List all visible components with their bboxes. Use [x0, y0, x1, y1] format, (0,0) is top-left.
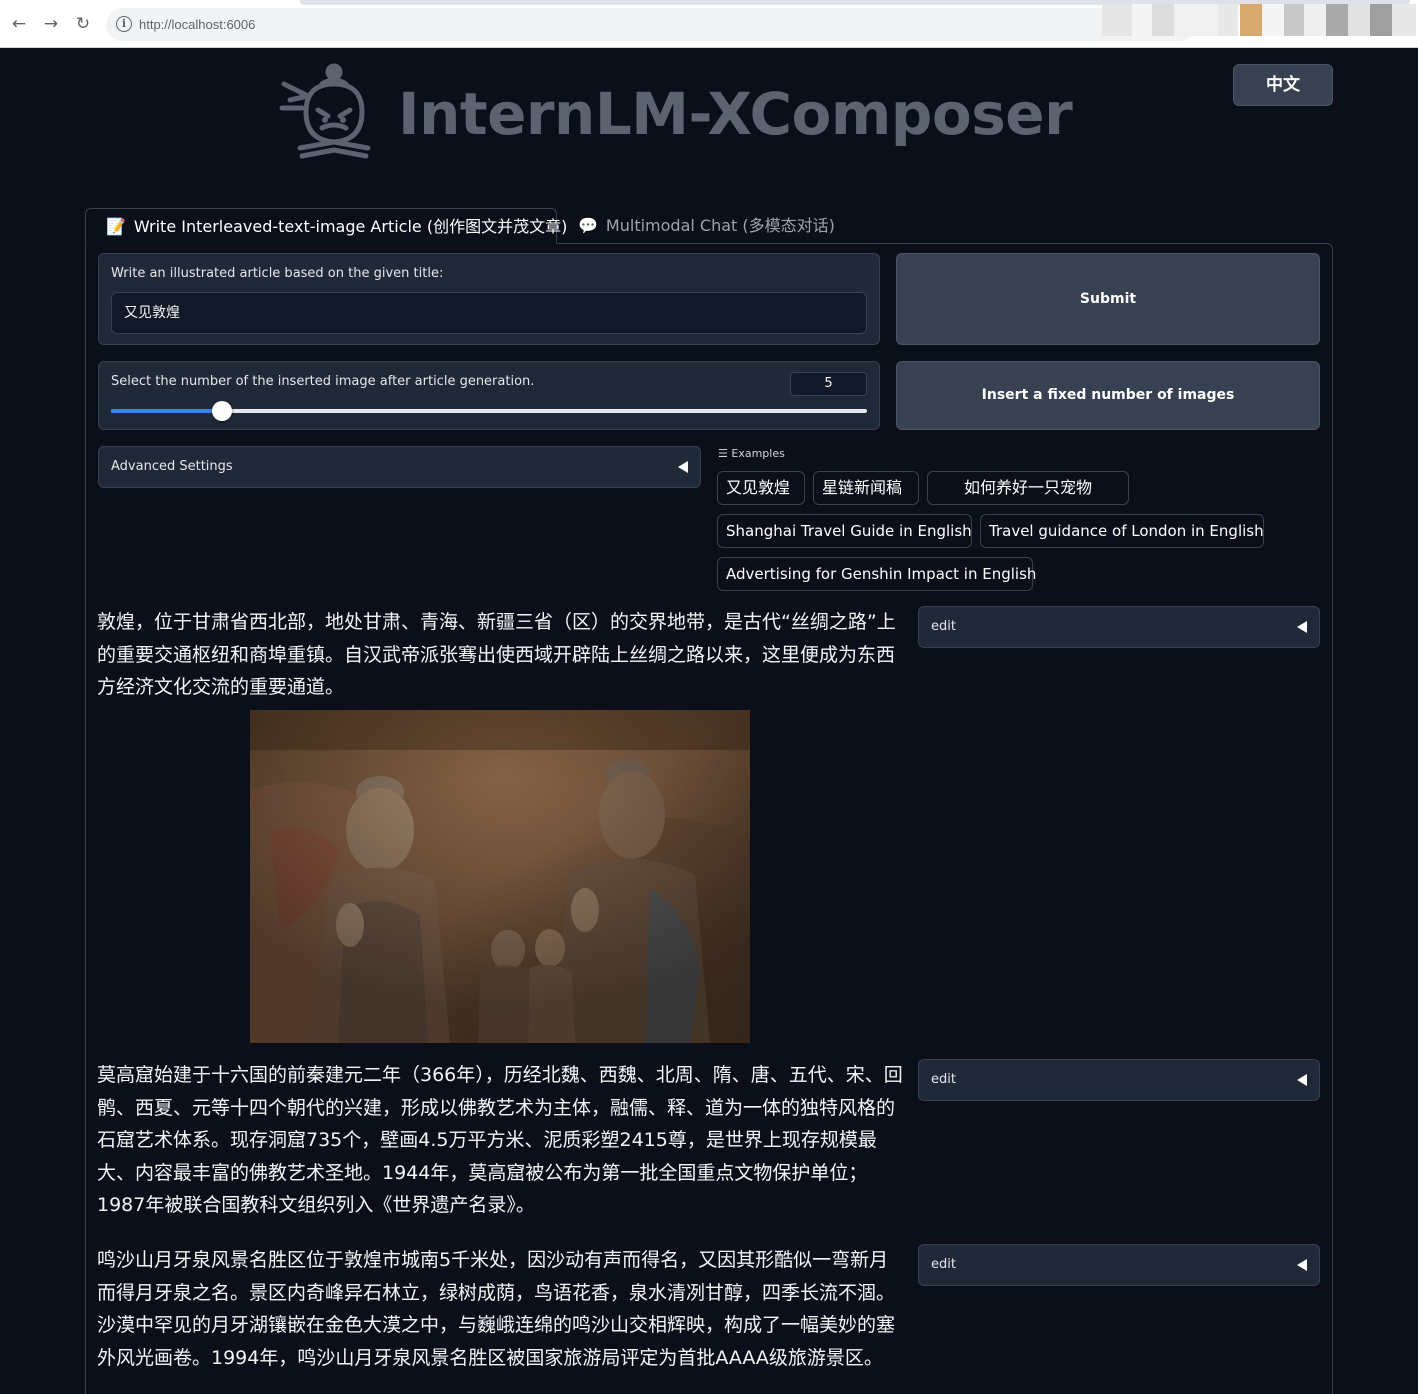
example-item[interactable]: 又见敦煌: [717, 471, 805, 505]
address-bar[interactable]: i http://localhost:6006: [106, 8, 1196, 41]
image-count-block: Select the number of the inserted image …: [98, 361, 880, 430]
tab-multimodal-chat[interactable]: 💬 Multimodal Chat (多模态对话): [578, 208, 835, 244]
image-count-slider-thumb[interactable]: [212, 401, 233, 421]
title-input-block: Write an illustrated article based on th…: [98, 253, 880, 345]
forward-icon[interactable]: →: [41, 14, 61, 34]
collapse-caret-icon: [678, 461, 688, 473]
examples-label: ☰ Examples: [718, 447, 785, 460]
reload-icon[interactable]: ↻: [73, 14, 93, 34]
image-count-slider-fill: [111, 409, 223, 413]
tab-write-article-label: Write Interleaved-text-image Article (创作…: [133, 217, 568, 236]
speech-bubble-icon: 💬: [578, 216, 598, 235]
edit-accordion[interactable]: edit: [918, 1059, 1320, 1101]
edit-accordion[interactable]: edit: [918, 606, 1320, 648]
example-item[interactable]: Shanghai Travel Guide in English: [717, 514, 972, 548]
generated-article-image: [250, 710, 750, 1043]
internlm-mascot-logo: [279, 63, 371, 159]
insert-fixed-images-button[interactable]: Insert a fixed number of images: [896, 361, 1320, 430]
back-icon[interactable]: ←: [9, 14, 29, 34]
edit-label: edit: [931, 619, 956, 634]
buddha-grotto-illustration: [250, 710, 750, 1043]
article-paragraph: 鸣沙山月牙泉风景名胜区位于敦煌市城南5千米处，因沙动有声而得名，又因其形酷似一弯…: [97, 1249, 896, 1369]
submit-button[interactable]: Submit: [896, 253, 1320, 345]
site-info-icon[interactable]: i: [116, 16, 132, 32]
image-count-number-input[interactable]: 5: [790, 372, 867, 396]
edit-label: edit: [931, 1072, 956, 1087]
collapse-caret-icon: [1297, 1074, 1307, 1086]
edit-label: edit: [931, 1257, 956, 1272]
memo-icon: 📝: [106, 217, 126, 236]
image-count-label: Select the number of the inserted image …: [111, 374, 535, 389]
tab-write-article[interactable]: 📝 Write Interleaved-text-image Article (创…: [85, 208, 567, 244]
advanced-settings-label: Advanced Settings: [111, 459, 233, 474]
advanced-settings-accordion[interactable]: Advanced Settings: [98, 446, 701, 488]
brand-title: InternLM-XComposer: [398, 80, 1073, 148]
article-paragraph: 莫高窟始建于十六国的前秦建元二年（366年），历经北魏、西魏、北周、隋、唐、五代…: [97, 1064, 903, 1216]
example-item[interactable]: Travel guidance of London in English: [980, 514, 1264, 548]
collapse-caret-icon: [1297, 1259, 1307, 1271]
browser-toolbar: ← → ↻ i http://localhost:6006: [0, 0, 1418, 48]
example-item[interactable]: Advertising for Genshin Impact in Englis…: [717, 557, 1036, 591]
title-input[interactable]: 又见敦煌: [111, 292, 867, 334]
example-item[interactable]: 星链新闻稿: [813, 471, 919, 505]
edit-accordion[interactable]: edit: [918, 1244, 1320, 1286]
list-icon: ☰: [718, 447, 728, 460]
collapse-caret-icon: [1297, 621, 1307, 633]
tab-multimodal-chat-label: Multimodal Chat (多模态对话): [605, 216, 835, 235]
address-url[interactable]: http://localhost:6006: [139, 17, 255, 32]
language-toggle-button[interactable]: 中文: [1233, 64, 1333, 106]
example-item[interactable]: 如何养好一只宠物: [927, 471, 1129, 505]
title-input-label: Write an illustrated article based on th…: [111, 266, 444, 281]
article-paragraph: 敦煌，位于甘肃省西北部，地处甘肃、青海、新疆三省（区）的交界地带，是古代“丝绸之…: [97, 611, 896, 698]
